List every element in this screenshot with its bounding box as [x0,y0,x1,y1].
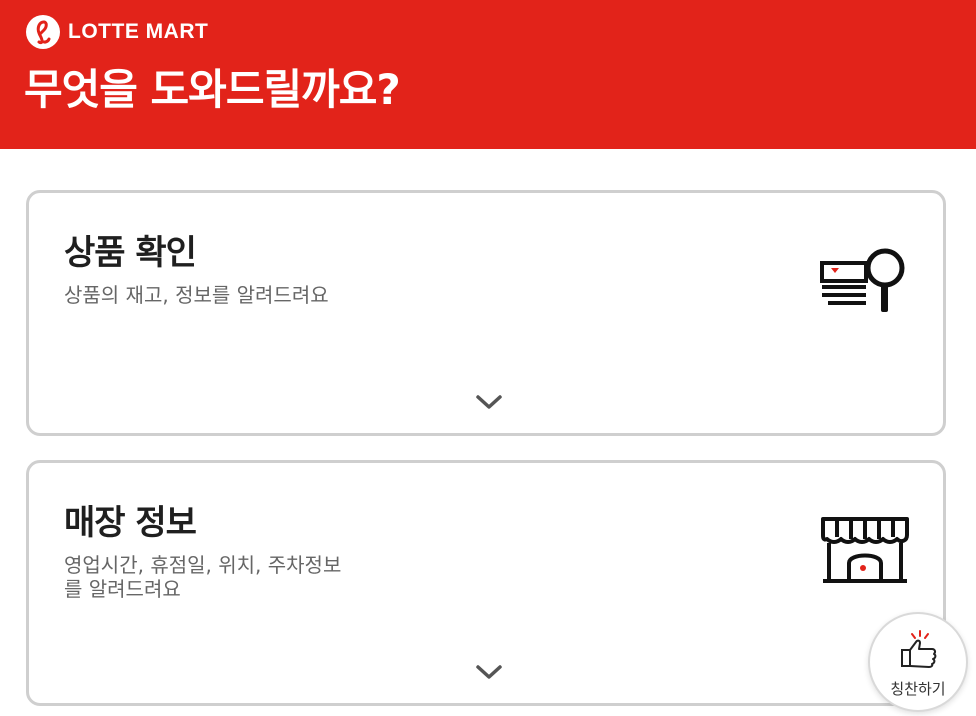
praise-label: 칭찬하기 [890,680,946,698]
card-description-line-2: 를 알려드려요 [64,577,181,601]
lotte-logo-mark-icon [26,15,60,49]
card-title-store-info: 매장 정보 [64,503,197,543]
lotte-mart-logo[interactable]: LOTTE MART [26,14,208,50]
store-icon [819,513,911,589]
card-description-store-info: 영업시간, 휴점일, 위치, 주차정보 를 알려드려요 [64,553,384,601]
product-check-card[interactable]: 상품 확인 상품의 재고, 정보를 알려드려요 [26,190,946,436]
page-title: 무엇을 도와드릴까요? [24,65,401,114]
brand-name: LOTTE MART [68,20,209,43]
card-description-product-check: 상품의 재고, 정보를 알려드려요 [64,283,329,307]
card-description-line-1: 영업시간, 휴점일, 위치, 주차정보 [64,553,342,577]
app-header: LOTTE MART 무엇을 도와드릴까요? [0,0,976,149]
product-search-icon [819,243,911,319]
expand-chevron-down-icon[interactable] [475,393,503,411]
thumbs-up-icon [901,630,937,668]
expand-chevron-down-icon[interactable] [475,663,503,681]
praise-floating-button[interactable]: 칭찬하기 [868,612,968,712]
store-info-card[interactable]: 매장 정보 영업시간, 휴점일, 위치, 주차정보 를 알려드려요 [26,460,946,706]
card-title-product-check: 상품 확인 [64,233,197,273]
